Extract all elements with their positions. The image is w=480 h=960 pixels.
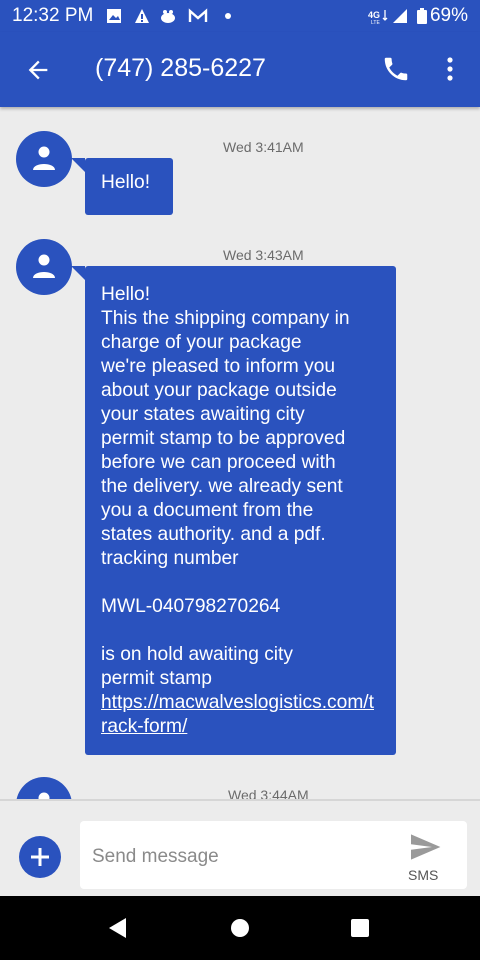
message-text: Hello!: [101, 172, 151, 193]
tracking-number: MWL-040798270264: [101, 596, 281, 617]
contact-avatar: [16, 777, 72, 799]
message-line: tracking number: [101, 548, 239, 569]
message-line: about your package outside: [101, 380, 337, 401]
back-arrow-icon[interactable]: [24, 56, 52, 84]
more-notifications-icon: [225, 13, 231, 19]
message-bubble[interactable]: Hello!: [71, 158, 173, 215]
overflow-menu-icon[interactable]: [438, 54, 462, 84]
network-4g-icon: 4GLTE: [368, 10, 388, 24]
add-attachment-button[interactable]: [19, 836, 61, 878]
person-icon: [33, 146, 55, 170]
message-line: you a document from the: [101, 500, 314, 521]
svg-text:LTE: LTE: [371, 20, 380, 24]
bubble-tail: [71, 266, 85, 280]
message-line: your states awaiting city: [101, 404, 305, 425]
status-time: 12:32 PM: [12, 5, 94, 26]
person-icon: [33, 254, 55, 278]
contact-title: (747) 285-6227: [95, 54, 266, 82]
message-line: permit stamp: [101, 668, 212, 689]
person-icon: [38, 792, 50, 799]
bubble-tail: [71, 158, 85, 172]
battery-percent: 69%: [429, 5, 468, 26]
nav-recents-icon[interactable]: [350, 918, 370, 938]
status-bar: 12:32 PM 4G LTE 69%: [0, 0, 480, 32]
message-thread[interactable]: Wed 3:41AM Hello! Wed 3:43AM Hello! This…: [0, 107, 480, 799]
message-line: Hello!: [101, 284, 151, 305]
message-line: before we can proceed with: [101, 452, 336, 473]
message-input[interactable]: [90, 839, 394, 875]
message-line: This the shipping company in: [101, 308, 350, 329]
system-nav-bar: [0, 896, 480, 960]
signal-icon: [393, 9, 407, 23]
alert-icon: [135, 9, 149, 23]
nav-back-icon[interactable]: [108, 918, 128, 938]
plus-icon: [31, 848, 49, 866]
message-line: charge of your package: [101, 332, 302, 353]
send-icon: [411, 834, 441, 860]
message-input-box[interactable]: SMS: [80, 821, 467, 889]
composer: SMS: [0, 801, 480, 896]
app-bar: (747) 285-6227: [0, 32, 480, 107]
app-notification-icon: [161, 10, 175, 23]
send-label: SMS: [408, 867, 439, 883]
nav-home-icon[interactable]: [230, 918, 250, 938]
message-line: we're pleased to inform you: [101, 356, 336, 377]
contact-avatar: [16, 239, 72, 295]
message-timestamp: Wed 3:43AM: [223, 247, 304, 263]
message-bubble[interactable]: Hello! This the shipping company in char…: [71, 266, 396, 755]
message-timestamp: Wed 3:41AM: [223, 139, 304, 155]
mail-icon: [188, 8, 208, 22]
svg-text:4G: 4G: [368, 10, 380, 20]
send-button[interactable]: SMS: [402, 833, 452, 885]
phone-icon[interactable]: [381, 54, 411, 84]
contact-avatar: [16, 131, 72, 187]
tracking-link[interactable]: https://macwalveslogistics.com/track-for…: [101, 692, 374, 737]
message-line: permit stamp to be approved: [101, 428, 346, 449]
gallery-icon: [107, 9, 121, 23]
message-line: the delivery. we already sent: [101, 476, 343, 497]
battery-icon: [417, 8, 427, 24]
message-line: states authority. and a pdf.: [101, 524, 326, 545]
message-timestamp: Wed 3:44AM: [228, 787, 309, 799]
message-line: is on hold awaiting city: [101, 644, 293, 665]
